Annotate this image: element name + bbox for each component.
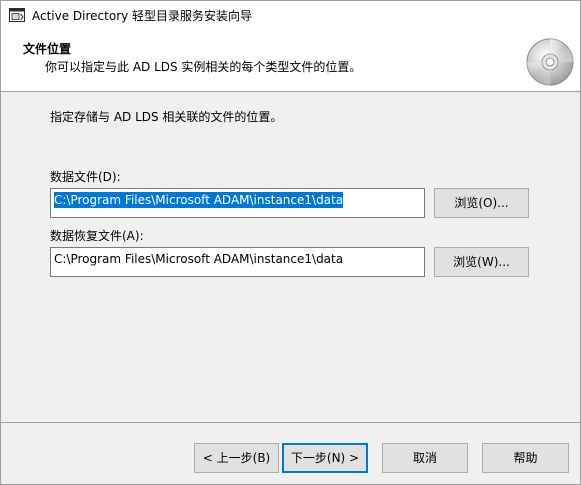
data-files-input[interactable]: C:\Program Files\Microsoft ADAM\instance…	[50, 188, 425, 218]
title-bar[interactable]: Active Directory 轻型目录服务安装向导	[1, 1, 580, 31]
wizard-window-icon	[9, 8, 25, 22]
disc-icon	[525, 37, 575, 87]
next-button-label: 下一步(N) >	[290, 451, 360, 465]
data-files-value: C:\Program Files\Microsoft ADAM\instance…	[54, 192, 344, 208]
recovery-files-value: C:\Program Files\Microsoft ADAM\instance…	[54, 252, 344, 266]
instruction-text: 指定存储与 AD LDS 相关联的文件的位置。	[50, 110, 283, 124]
next-button[interactable]: 下一步(N) >	[282, 443, 368, 473]
page-subtitle: 你可以指定与此 AD LDS 实例相关的每个类型文件的位置。	[45, 60, 362, 74]
footer-separator	[1, 422, 580, 423]
recovery-files-input[interactable]: C:\Program Files\Microsoft ADAM\instance…	[50, 247, 425, 277]
wizard-window: Active Directory 轻型目录服务安装向导 文件位置 你可以指定与此…	[0, 0, 581, 485]
cancel-button[interactable]: 取消	[382, 443, 468, 473]
wizard-header: 文件位置 你可以指定与此 AD LDS 实例相关的每个类型文件的位置。	[1, 31, 580, 92]
recovery-files-label: 数据恢复文件(A):	[50, 229, 144, 243]
browse-data-button[interactable]: 浏览(O)...	[434, 188, 529, 218]
data-files-label: 数据文件(D):	[50, 170, 121, 184]
browse-recovery-button[interactable]: 浏览(W)...	[434, 247, 529, 277]
back-button[interactable]: < 上一步(B)	[194, 443, 279, 473]
wizard-content: 指定存储与 AD LDS 相关联的文件的位置。 数据文件(D): C:\Prog…	[1, 92, 580, 422]
page-title: 文件位置	[23, 42, 72, 56]
help-button[interactable]: 帮助	[482, 443, 569, 473]
window-title: Active Directory 轻型目录服务安装向导	[32, 9, 253, 23]
